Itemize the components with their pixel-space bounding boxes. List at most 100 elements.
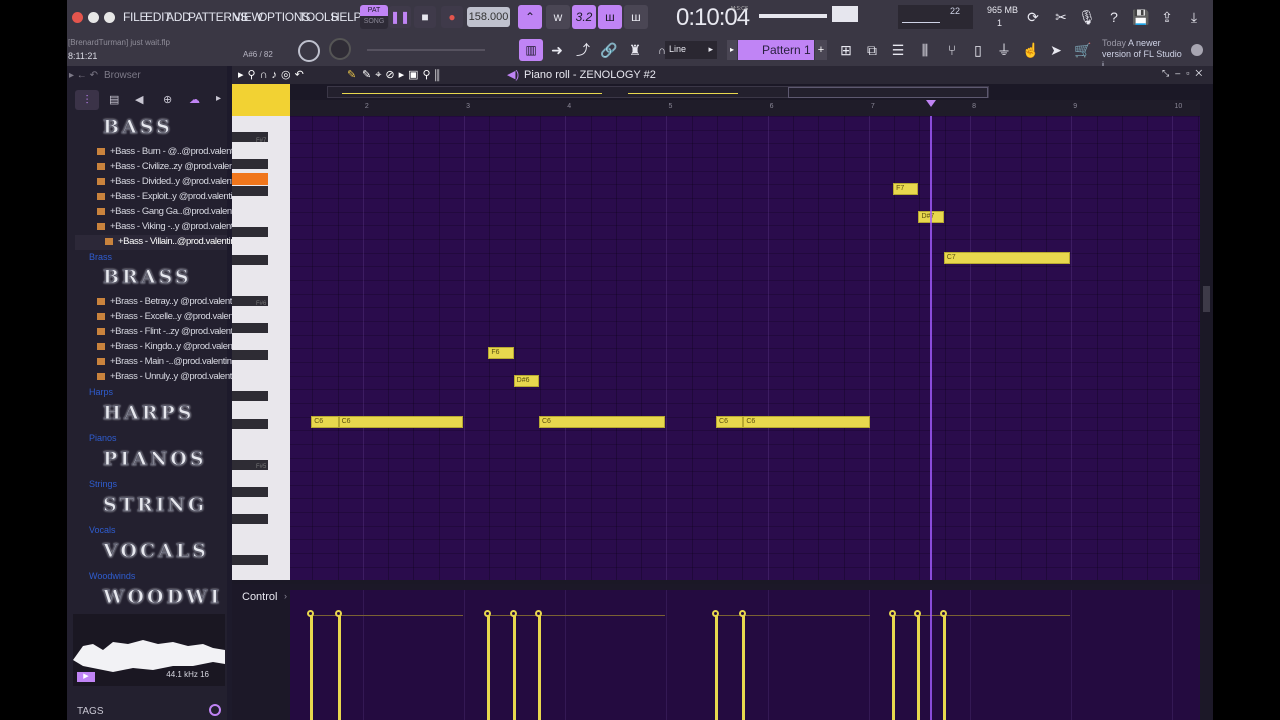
close-window-button[interactable]: [72, 12, 83, 23]
pattern-selector[interactable]: Pattern 1: [738, 40, 814, 60]
menu-file[interactable]: FILE: [123, 10, 147, 24]
shop-cart-icon[interactable]: 🛒: [1072, 39, 1094, 61]
velocity-bar[interactable]: [892, 616, 896, 720]
mixer-icon[interactable]: ⧉: [861, 39, 883, 61]
folder-woodwinds[interactable]: Woodwinds: [89, 571, 135, 581]
pause-button[interactable]: ❚❚: [389, 6, 411, 28]
black-key[interactable]: [232, 254, 268, 265]
browser-item[interactable]: +Brass - Unruly..y @prod.valentine: [97, 371, 244, 385]
black-key[interactable]: [232, 486, 268, 497]
browser-cloud-icon[interactable]: ☁: [189, 93, 200, 106]
stop-button[interactable]: ■: [414, 6, 436, 28]
velocity-bar[interactable]: [917, 616, 921, 720]
metronome-button[interactable]: ⌃: [518, 5, 542, 29]
velocity-handle[interactable]: [534, 610, 542, 617]
browser-all-tab[interactable]: ⫶: [75, 90, 99, 110]
browser-tree-icon[interactable]: ⑂: [941, 39, 963, 61]
piano-roll-tools[interactable]: ▸⚲∩♪◎↶: [238, 68, 308, 81]
velocity-handle[interactable]: [712, 610, 720, 617]
velocity-handle[interactable]: [939, 610, 947, 617]
browser-item[interactable]: +Bass - Civilize..zy @prod.valentine: [97, 161, 248, 175]
piano-keys[interactable]: F#7 F#6 F#5: [232, 116, 290, 580]
stamp-icon[interactable]: ♜: [624, 39, 646, 61]
velocity-handle[interactable]: [509, 610, 517, 617]
midi-note[interactable]: C7: [943, 251, 1071, 264]
browser-item[interactable]: +Brass - Flint -..zy @prod.valentine: [97, 326, 245, 340]
note-grid[interactable]: F7 D#7 C7 F6 D#6 C6 C6 C6 C6 C6: [290, 116, 1200, 580]
browser-item[interactable]: +Bass - Exploit..y @prod.valentine: [97, 191, 242, 205]
velocity-bar[interactable]: [310, 616, 314, 720]
record-button[interactable]: ●: [441, 6, 463, 28]
globe-icon[interactable]: [1191, 44, 1203, 56]
browser-item[interactable]: +Bass - Divided..y @prod.valentine: [97, 176, 246, 190]
note-color-selector[interactable]: [232, 84, 290, 116]
highlighted-key[interactable]: [232, 172, 268, 185]
velocity-lane[interactable]: [290, 590, 1200, 720]
channel-rack-icon[interactable]: ☰: [887, 39, 909, 61]
black-key[interactable]: [232, 186, 268, 197]
browser-item[interactable]: +Brass - Kingdo..y @prod.valentine: [97, 341, 247, 355]
folder-harps[interactable]: Harps: [89, 387, 113, 397]
control-label[interactable]: Control: [242, 591, 277, 603]
browser-item[interactable]: +Bass - Viking -..y @prod.valentine: [97, 221, 245, 235]
piano-roll-view-button[interactable]: ▥: [519, 39, 543, 61]
speaker-icon[interactable]: ◀): [507, 68, 519, 81]
microphone-icon[interactable]: 🎙: [1076, 6, 1098, 28]
midi-note[interactable]: F7: [893, 183, 919, 196]
browser-item[interactable]: +Brass - Main -..@prod.valentine: [97, 356, 237, 370]
folder-brass[interactable]: Brass: [89, 252, 112, 262]
wait-input-button[interactable]: w: [546, 5, 570, 29]
master-volume-knob[interactable]: [329, 38, 351, 60]
black-key[interactable]: [232, 322, 268, 333]
midi-note[interactable]: C6: [538, 415, 666, 428]
menu-add[interactable]: ADD: [166, 10, 191, 24]
browser-item[interactable]: +Bass - Burn - @..@prod.valentine: [97, 146, 245, 160]
midi-note[interactable]: F6: [488, 347, 514, 360]
arrow-right-icon[interactable]: ➜: [546, 39, 568, 61]
browser-speaker-icon[interactable]: ◀: [135, 93, 143, 106]
playlist-icon[interactable]: ⊞: [835, 39, 857, 61]
pat-song-toggle[interactable]: PAT SONG: [360, 5, 388, 29]
touch-icon[interactable]: ☝: [1020, 39, 1042, 61]
browser-item[interactable]: +Brass - Betray..y @prod.valentine: [97, 296, 244, 310]
vertical-scrollbar[interactable]: [1200, 116, 1213, 580]
playhead-line[interactable]: [929, 116, 932, 580]
curve-icon[interactable]: ⤴: [572, 39, 594, 61]
browser-files-icon[interactable]: ▤: [109, 93, 119, 106]
browser-item[interactable]: +Bass - Gang Ga..@prod.valentine: [97, 206, 246, 220]
tags-label[interactable]: TAGS: [77, 706, 103, 717]
undo-history-icon[interactable]: ⟳: [1022, 6, 1044, 28]
velocity-bar[interactable]: [715, 616, 719, 720]
browser-item-selected[interactable]: +Bass - Villain..@prod.valentine: [105, 236, 240, 250]
velocity-bar[interactable]: [537, 616, 541, 720]
master-volume-slider[interactable]: [759, 14, 827, 18]
black-key[interactable]: [232, 418, 268, 429]
edit-tools[interactable]: ✎⌖⊘▸▣⚲⫼: [362, 68, 444, 82]
link-icon[interactable]: 🔗: [598, 39, 620, 61]
menu-help[interactable]: HELP: [331, 10, 361, 24]
folder-pianos[interactable]: Pianos: [89, 433, 117, 443]
black-key[interactable]: [232, 158, 268, 169]
step-edit-button[interactable]: ш: [598, 5, 622, 29]
black-key[interactable]: [232, 391, 268, 402]
tempo-nudge-slider[interactable]: [367, 49, 485, 51]
browser-plugin-icon[interactable]: ⊕: [163, 93, 172, 106]
countdown-button[interactable]: 3.2: [572, 5, 596, 29]
pattern-prev-icon[interactable]: ▸: [727, 40, 737, 60]
zoom-window-button[interactable]: [104, 12, 115, 23]
minimize-window-button[interactable]: [88, 12, 99, 23]
browser-more-icon[interactable]: ▸: [216, 93, 221, 104]
faders-icon[interactable]: ⫼: [914, 39, 936, 61]
pencil-tool-icon[interactable]: ✎: [347, 68, 360, 81]
master-pitch-knob[interactable]: [298, 40, 320, 62]
folder-strings[interactable]: Strings: [89, 479, 117, 489]
save-icon[interactable]: 💾: [1130, 6, 1152, 28]
timeline-ruler[interactable]: 2 3 4 5 6 7 8 9 10: [290, 100, 1200, 116]
velocity-bar[interactable]: [742, 616, 746, 720]
play-preview-icon[interactable]: ▶: [77, 672, 95, 682]
send-icon[interactable]: ➤: [1045, 39, 1067, 61]
velocity-bar[interactable]: [942, 616, 946, 720]
vertical-scroll-thumb[interactable]: [1203, 286, 1210, 312]
black-key[interactable]: [232, 227, 268, 238]
velocity-handle[interactable]: [334, 610, 342, 617]
